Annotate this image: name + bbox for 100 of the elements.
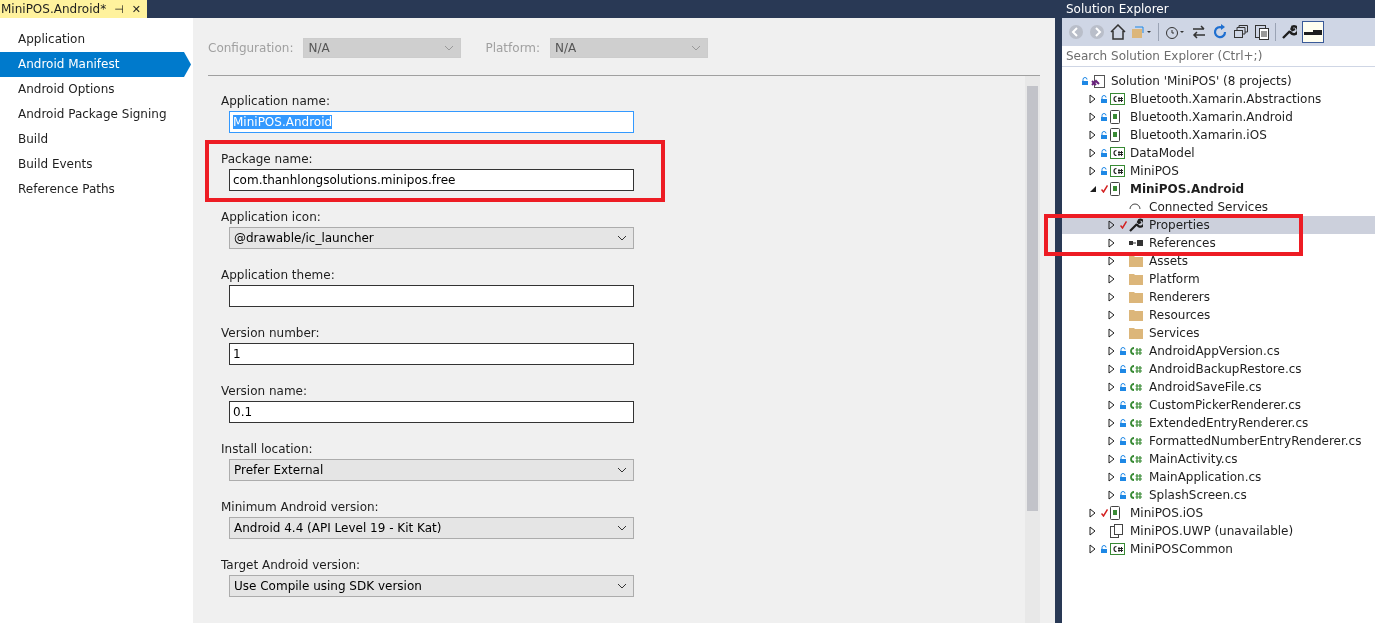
collapsed-arrow-icon[interactable] (1108, 238, 1115, 248)
collapsed-arrow-icon[interactable] (1108, 256, 1115, 266)
tree-item-label: MiniPOS.Android (1129, 182, 1245, 196)
tree-item-label: Bluetooth.Xamarin.iOS (1129, 128, 1267, 142)
collapsed-arrow-icon[interactable] (1089, 544, 1096, 554)
tree-item-label: References (1148, 236, 1216, 250)
tree-item[interactable]: Properties (1062, 216, 1375, 234)
tree-item[interactable]: MiniPOS.Android (1062, 180, 1375, 198)
tree-item-label: Platform (1148, 272, 1200, 286)
tree-item-label: ExtendedEntryRenderer.cs (1148, 416, 1309, 430)
tree-item[interactable]: Solution 'MiniPOS' (8 projects) (1062, 72, 1375, 90)
tree-item[interactable]: References (1062, 234, 1375, 252)
tree-item[interactable]: Bluetooth.Xamarin.Android (1062, 108, 1375, 126)
tree-item[interactable]: MainApplication.cs (1062, 468, 1375, 486)
phone-icon (1110, 128, 1120, 142)
csharp-project-icon (1110, 93, 1125, 105)
collapsed-arrow-icon[interactable] (1108, 364, 1115, 374)
collapsed-arrow-icon[interactable] (1108, 274, 1115, 284)
references-icon (1129, 240, 1143, 246)
tree-item[interactable]: Services (1062, 324, 1375, 342)
text-field[interactable]: 0.1 (229, 401, 634, 423)
tree-item[interactable]: DataModel (1062, 144, 1375, 162)
plug-icon (1129, 203, 1141, 211)
collapsed-arrow-icon[interactable] (1108, 346, 1115, 356)
dropdown[interactable]: @drawable/ic_launcher (229, 227, 634, 249)
tree-item[interactable]: AndroidSaveFile.cs (1062, 378, 1375, 396)
tree-item-label: AndroidBackupRestore.cs (1148, 362, 1302, 376)
tree-item-label: MiniPOS.iOS (1129, 506, 1204, 520)
preview-icon[interactable] (1302, 21, 1324, 43)
tree-item[interactable]: Resources (1062, 306, 1375, 324)
show-all-files-icon[interactable] (1254, 24, 1270, 40)
tree-item[interactable]: MiniPOS (1062, 162, 1375, 180)
expanded-arrow-icon[interactable] (1089, 185, 1097, 193)
tree-item-label: MainApplication.cs (1148, 470, 1262, 484)
document-tab[interactable]: MiniPOS.Android* ⊣ ✕ (0, 0, 147, 18)
scrollbar[interactable] (1025, 76, 1040, 623)
tree-item[interactable]: MainActivity.cs (1062, 450, 1375, 468)
tree-item-label: FormattedNumberEntryRenderer.cs (1148, 434, 1362, 448)
nav-item[interactable]: Build (0, 127, 191, 152)
nav-item[interactable]: Android Options (0, 77, 191, 102)
collapsed-arrow-icon[interactable] (1089, 112, 1096, 122)
tree-item[interactable]: Bluetooth.Xamarin.iOS (1062, 126, 1375, 144)
nav-item[interactable]: Android Manifest (0, 52, 191, 77)
tree-item[interactable]: ExtendedEntryRenderer.cs (1062, 414, 1375, 432)
tree-item[interactable]: Bluetooth.Xamarin.Abstractions (1062, 90, 1375, 108)
tree-item[interactable]: CustomPickerRenderer.cs (1062, 396, 1375, 414)
wrench-icon[interactable] (1281, 24, 1297, 40)
dropdown[interactable]: Prefer External (229, 459, 634, 481)
collapsed-arrow-icon[interactable] (1108, 310, 1115, 320)
switch-views-icon[interactable] (1131, 24, 1153, 40)
collapsed-arrow-icon[interactable] (1089, 94, 1096, 104)
dropdown[interactable]: Android 4.4 (API Level 19 - Kit Kat) (229, 517, 634, 539)
close-button[interactable]: ✕ (131, 2, 141, 16)
sync-icon[interactable] (1191, 24, 1207, 40)
nav-item[interactable]: Build Events (0, 152, 191, 177)
tree-item[interactable]: FormattedNumberEntryRenderer.cs (1062, 432, 1375, 450)
tree-item-label: Services (1148, 326, 1200, 340)
tree-item[interactable]: SplashScreen.cs (1062, 486, 1375, 504)
text-field[interactable]: com.thanhlongsolutions.minipos.free (229, 169, 634, 191)
tree-item[interactable]: MiniPOSCommon (1062, 540, 1375, 558)
tree-item[interactable]: AndroidAppVersion.cs (1062, 342, 1375, 360)
collapse-all-icon[interactable] (1233, 24, 1249, 40)
collapsed-arrow-icon[interactable] (1108, 382, 1115, 392)
field-label: Application name: (221, 93, 331, 110)
text-field[interactable]: 1 (229, 343, 634, 365)
tree-item[interactable]: Renderers (1062, 288, 1375, 306)
collapsed-arrow-icon[interactable] (1089, 130, 1096, 140)
collapsed-arrow-icon[interactable] (1108, 472, 1115, 482)
unloaded-project-icon (1110, 524, 1123, 538)
refresh-icon[interactable] (1212, 24, 1228, 40)
tree-item[interactable]: Platform (1062, 270, 1375, 288)
clock-icon[interactable] (1164, 24, 1186, 40)
collapsed-arrow-icon[interactable] (1108, 328, 1115, 338)
tree-item-label: MiniPOS.UWP (unavailable) (1129, 524, 1294, 538)
home-icon[interactable] (1110, 24, 1126, 40)
tree-item[interactable]: AndroidBackupRestore.cs (1062, 360, 1375, 378)
tree-item[interactable]: MiniPOS.UWP (unavailable) (1062, 522, 1375, 540)
collapsed-arrow-icon[interactable] (1089, 148, 1096, 158)
collapsed-arrow-icon[interactable] (1108, 292, 1115, 302)
text-field[interactable] (229, 285, 634, 307)
field-label: Application theme: (221, 267, 336, 284)
collapsed-arrow-icon[interactable] (1089, 166, 1096, 176)
collapsed-arrow-icon[interactable] (1108, 220, 1115, 230)
collapsed-arrow-icon[interactable] (1108, 454, 1115, 464)
tree-item[interactable]: Assets (1062, 252, 1375, 270)
collapsed-arrow-icon[interactable] (1108, 418, 1115, 428)
collapsed-arrow-icon[interactable] (1108, 436, 1115, 446)
pin-button[interactable]: ⊣ (114, 2, 124, 16)
collapsed-arrow-icon[interactable] (1108, 490, 1115, 500)
collapsed-arrow-icon[interactable] (1089, 508, 1096, 518)
collapsed-arrow-icon[interactable] (1089, 526, 1096, 536)
nav-item[interactable]: Android Package Signing (0, 102, 191, 127)
tree-item[interactable]: Connected Services (1062, 198, 1375, 216)
field-label: Install location: (221, 441, 314, 458)
dropdown[interactable]: Use Compile using SDK version (229, 575, 634, 597)
tree-item[interactable]: MiniPOS.iOS (1062, 504, 1375, 522)
csharp-file-icon (1129, 436, 1143, 446)
nav-item[interactable]: Application (0, 27, 191, 52)
nav-item[interactable]: Reference Paths (0, 177, 191, 202)
collapsed-arrow-icon[interactable] (1108, 400, 1115, 410)
